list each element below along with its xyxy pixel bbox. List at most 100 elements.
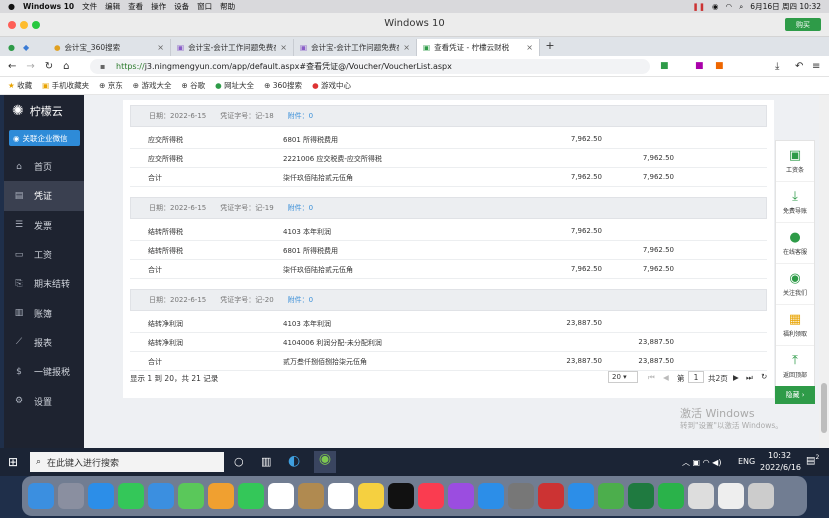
taskbar-time[interactable]: 10:32 [768,451,791,460]
tab-close-icon[interactable]: × [526,43,533,52]
sidebar-item-invoice[interactable]: ☰ 发票 [4,211,84,240]
appstore-icon[interactable] [478,483,504,509]
tab-close-icon[interactable]: × [280,43,287,52]
bookmark-jd[interactable]: ⊕ 京东 [99,80,123,91]
tab-kjb-2[interactable]: ▣会计宝-会计工作问题免费在线× [294,39,417,56]
bookmark-gamecenter[interactable]: ● 游戏中心 [312,80,351,91]
cortana-icon[interactable]: ○ [234,455,244,468]
taskbar-date[interactable]: 2022/6/16 [760,463,801,472]
tab-close-icon[interactable]: × [403,43,410,52]
edge-icon[interactable]: ◐ [288,453,300,469]
contacts-icon[interactable] [298,483,324,509]
prev-page-icon[interactable]: ◀ [663,373,669,382]
float-gift[interactable]: ▦ 福利领取 [776,305,814,346]
last-page-icon[interactable]: ⏭ [746,373,753,383]
forward-icon[interactable]: → [26,61,34,72]
menu-help[interactable]: 帮助 [220,1,235,12]
voucher-att[interactable]: 附件：0 [288,203,313,213]
sidebar-item-voucher[interactable]: ▤ 凭证 [4,181,84,211]
360-icon[interactable] [598,483,624,509]
scroll-thumb[interactable] [821,383,827,433]
float-payslip[interactable]: ▣ 工资条 [776,141,814,182]
tab-view-voucher[interactable]: ▣ 查看凭证 - 柠檬云财税 × [417,39,540,56]
sidebar-item-salary[interactable]: ▭ 工资 [4,240,84,269]
notification-icon[interactable]: ▤2 [806,454,819,466]
menu-icon[interactable]: ≡ [812,61,820,72]
photos-icon[interactable] [208,483,234,509]
finder-window-icon[interactable] [688,483,714,509]
url-input[interactable]: ▪ https://j3.ningmengyun.com/app/default… [90,59,650,74]
apple-icon[interactable]: ● [8,2,15,11]
notes-icon[interactable] [358,483,384,509]
pause-icon[interactable]: ❚❚ [692,2,705,11]
podcasts-icon[interactable] [448,483,474,509]
bookmark-mobile[interactable]: ▣ 手机收藏夹 [42,80,89,91]
sidebar-item-home[interactable]: ⌂ 首页 [4,152,84,181]
scrollbar[interactable] [819,95,829,448]
wechat-icon[interactable] [658,483,684,509]
link-wechat-button[interactable]: ◉ 关联企业微信 [9,130,80,146]
wifi-icon[interactable]: ◠ [726,2,733,11]
menu-app[interactable]: Windows 10 [23,2,74,11]
safari-icon[interactable] [88,483,114,509]
sidebar-item-close-period[interactable]: ⎘ 期末结转 [4,269,84,298]
maps-icon[interactable] [178,483,204,509]
system-prefs-icon[interactable] [508,483,534,509]
extension-icon[interactable]: ■ [660,61,669,71]
voucher-att[interactable]: 附件：0 [288,111,313,121]
360-browser-icon[interactable]: ◉ [314,451,336,473]
new-tab-button[interactable]: + [540,39,560,56]
float-back-to-top[interactable]: ⤒ 返回顶部 [776,346,814,387]
buy-button[interactable]: 购买 [785,18,821,31]
tab-360-search[interactable]: ● 会计宝_360搜索 × [48,39,171,56]
extension-icon[interactable]: ■ [715,61,724,71]
download-icon[interactable]: ⤓ [775,61,779,72]
mail-icon[interactable] [148,483,174,509]
sidebar-item-report[interactable]: ⟋ 报表 [4,328,84,357]
menu-file[interactable]: 文件 [82,1,97,12]
bookmark-google[interactable]: ⊕ 谷歌 [181,80,205,91]
parallels-icon[interactable] [538,483,564,509]
reminders-icon[interactable] [328,483,354,509]
page-input[interactable]: 1 [688,371,704,383]
float-import[interactable]: ⤓ 免费导账 [776,182,814,223]
calendar-icon[interactable] [268,483,294,509]
bookmark-favorites[interactable]: ★ 收藏 [8,80,32,91]
preview-icon[interactable] [718,483,744,509]
float-follow-us[interactable]: ◉ 关注我们 [776,264,814,305]
sidebar-item-tax[interactable]: $ 一键报税 [4,357,84,386]
tab-kjb-1[interactable]: ▣会计宝-会计工作问题免费在线× [171,39,294,56]
bookmark-games[interactable]: ⊕ 游戏大全 [133,80,172,91]
sidebar-item-book[interactable]: ▥ 账簿 [4,298,84,327]
browser-logo-icon[interactable]: ● ◆ [0,39,48,56]
back-icon[interactable]: ← [8,61,16,72]
tray-icons[interactable]: ︿ ▣ ◠ ◀) [682,457,721,468]
taskbar-search-input[interactable]: ⌕ 在此键入进行搜索 [30,452,224,472]
extension-icon[interactable]: ■ [695,61,704,71]
windows-icon[interactable] [568,483,594,509]
search-icon[interactable]: ⌕ [739,2,743,12]
voucher-att[interactable]: 附件：0 [288,295,313,305]
bookmark-360[interactable]: ⊕ 360搜索 [264,80,302,91]
refresh-icon[interactable]: ↻ [761,372,767,381]
hide-button[interactable]: 隐藏 › [775,386,815,404]
trash-icon[interactable] [748,483,774,509]
sidebar-item-settings[interactable]: ⚙ 设置 [4,386,84,415]
lang-indicator[interactable]: ENG [738,457,755,466]
menu-device[interactable]: 设备 [174,1,189,12]
float-customer-service[interactable]: ● 在线客服 [776,223,814,264]
appletv-icon[interactable] [388,483,414,509]
menu-view[interactable]: 查看 [128,1,143,12]
finder-icon[interactable] [28,483,54,509]
launchpad-icon[interactable] [58,483,84,509]
facetime-icon[interactable] [238,483,264,509]
first-page-icon[interactable]: ⏮ [648,373,655,383]
music-icon[interactable] [418,483,444,509]
clock[interactable]: 6月16日 周四 10:32 [750,1,821,12]
undo-icon[interactable]: ↶ [795,61,803,72]
bookmark-hao[interactable]: ● 网址大全 [215,80,254,91]
menu-window[interactable]: 窗口 [197,1,212,12]
next-page-icon[interactable]: ▶ [733,373,739,382]
task-view-icon[interactable]: ▥ [261,455,271,468]
page-size-select[interactable]: 20 ▾ [608,371,638,383]
